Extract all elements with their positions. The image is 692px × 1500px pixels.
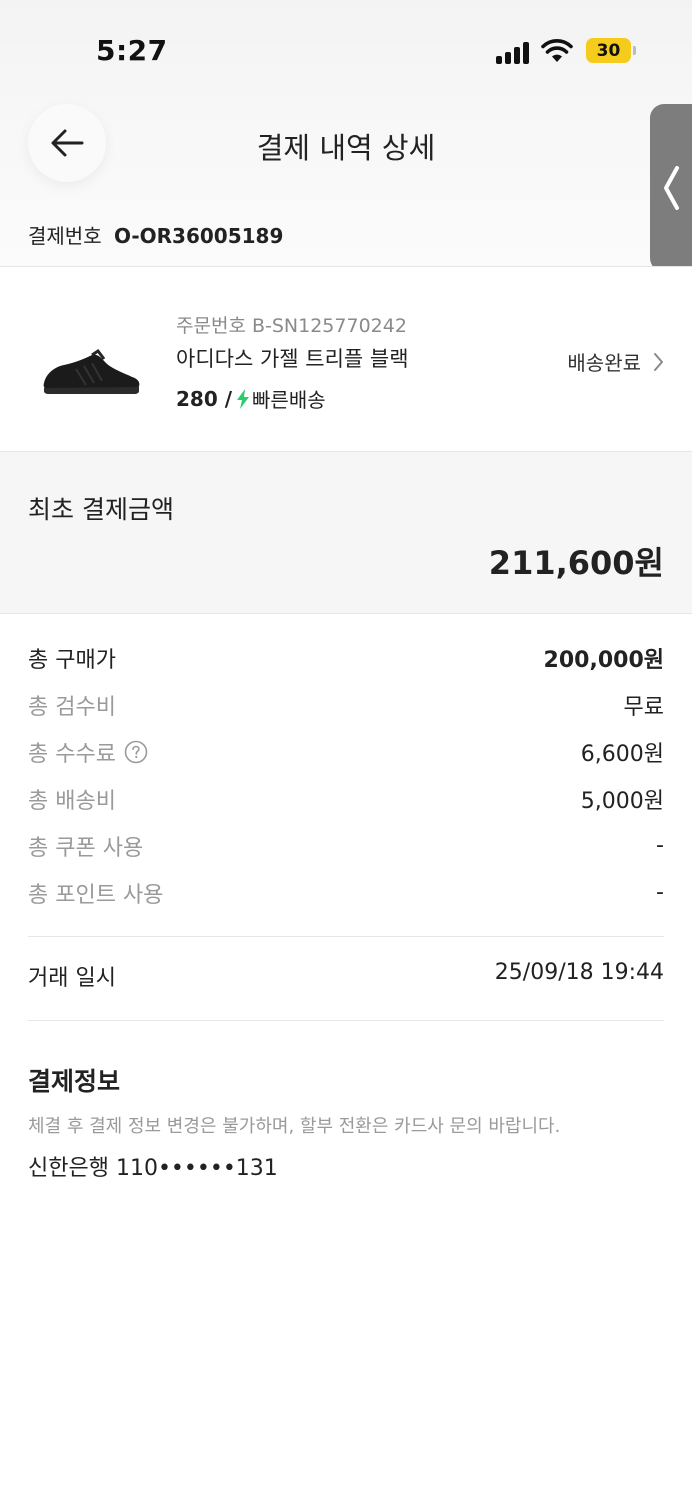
breakdown-label: 총 쿠폰 사용 [28,835,144,861]
product-name: 아디다스 가젤 트리플 블랙 [176,347,409,371]
breakdown-value: 무료 [623,694,664,720]
payment-info-note: 체결 후 결제 정보 변경은 불가하며, 할부 전환은 카드사 문의 바랍니다. [28,1116,561,1137]
delivery-status: 배송완료 [567,351,641,375]
lightning-icon [237,388,250,409]
page-title: 결제 내역 상세 [256,131,436,165]
breakdown-label: 총 포인트 사용 [28,882,164,908]
breakdown-value: 5,000원 [580,788,664,814]
breakdown-row: 총 쿠폰 사용 - [28,822,664,869]
divider [28,1020,664,1021]
question-circle-icon [124,740,148,763]
breakdown-row: 총 포인트 사용 - [28,869,664,916]
breakdown-value: - [656,880,664,905]
cellular-signal-icon [496,42,530,64]
trade-datetime-value: 25/09/18 19:44 [494,960,664,985]
battery-indicator: 30 [586,38,636,63]
trade-datetime-label: 거래 일시 [28,966,116,991]
initial-payment-amount: 211,600원 [488,544,664,582]
delivery-status-link[interactable]: 배송완료 [567,347,664,376]
breakdown-row: 총 배송비 5,000원 [28,775,664,822]
payment-info-title: 결제정보 [28,1067,121,1096]
trade-datetime-row: 거래 일시 25/09/18 19:44 [28,960,664,992]
product-size: 280 / [176,386,233,411]
payment-breakdown: 총 구매가 200,000원 총 검수비 무료 총 수수료 6,600원 총 배… [28,634,664,916]
payment-number-label: 결제번호 [28,224,102,248]
chevron-right-icon [654,352,663,371]
initial-payment-label: 최초 결제금액 [28,495,174,524]
product-row[interactable]: 주문번호 B-SN125770242 아디다스 가젤 트리플 블랙 280 / … [0,267,692,451]
wifi-icon [541,39,573,62]
order-number: 주문번호 B-SN125770242 [176,315,407,337]
payment-card: 신한은행 110••••••131 [28,1156,278,1181]
breakdown-label: 총 수수료 [28,741,116,767]
delivery-type: 빠른배송 [252,388,326,412]
breakdown-label-with-help: 총 수수료 [28,736,148,768]
breakdown-value: - [656,833,664,858]
product-image [43,348,140,394]
help-icon[interactable] [124,740,148,764]
breakdown-row: 총 구매가 200,000원 [28,634,664,681]
product-option: 280 / 빠른배송 [176,384,326,413]
breakdown-row: 총 검수비 무료 [28,681,664,728]
payment-number-value: O-OR36005189 [113,224,284,248]
initial-payment-section: 최초 결제금액 211,600원 [0,451,692,614]
breakdown-label: 총 구매가 [28,647,116,673]
breakdown-label: 총 배송비 [28,788,116,814]
side-panel-handle[interactable] [650,104,692,272]
breakdown-value: 6,600원 [580,741,664,767]
payment-number: 결제번호 O-OR36005189 [28,220,283,249]
chevron-left-icon [664,166,679,210]
divider [28,936,664,937]
status-time: 5:27 [96,34,168,67]
breakdown-row: 총 수수료 6,600원 [28,728,664,775]
breakdown-label: 총 검수비 [28,694,116,720]
breakdown-value: 200,000원 [543,647,664,673]
